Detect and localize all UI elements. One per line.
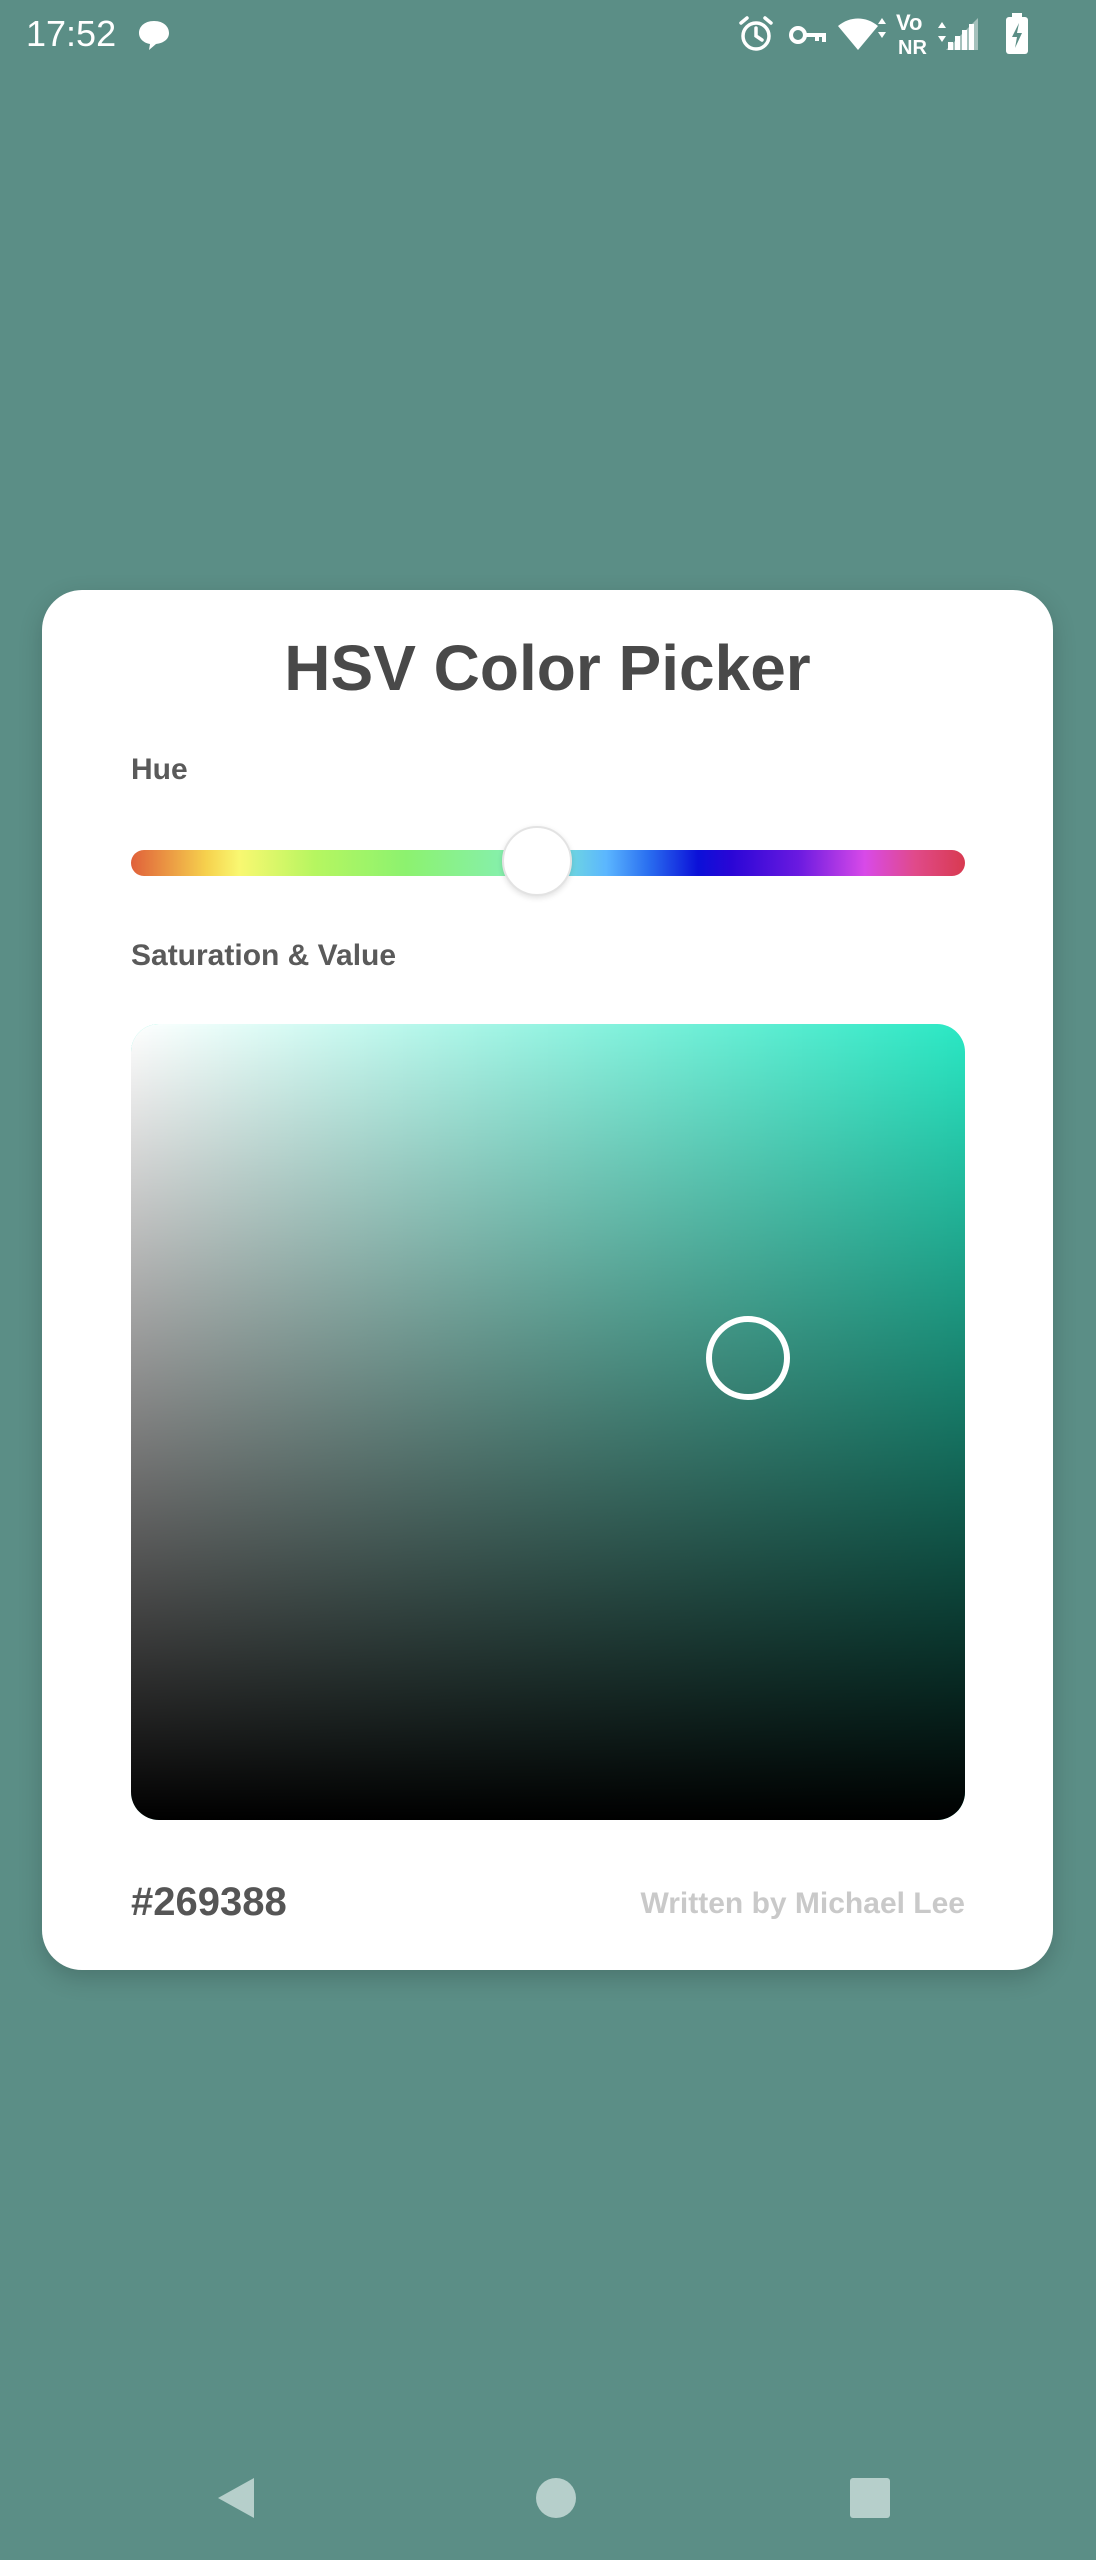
recents-icon xyxy=(849,2477,891,2524)
svg-text:Vo: Vo xyxy=(896,10,922,35)
status-bar: 17:52 Vo NR xyxy=(0,0,1096,70)
hue-label: Hue xyxy=(131,753,188,786)
app-screen: 17:52 Vo NR HSV Color Picker Hue Saturat… xyxy=(0,0,1096,2560)
status-time: 17:52 xyxy=(26,13,117,54)
signal-icon xyxy=(944,16,984,56)
chat-bubble-icon xyxy=(136,18,172,58)
svg-text:NR: NR xyxy=(898,37,927,58)
wifi-icon xyxy=(836,14,888,54)
navigation-bar xyxy=(0,2440,1096,2560)
hue-slider-thumb[interactable] xyxy=(502,826,573,896)
saturation-value-thumb[interactable] xyxy=(706,1316,791,1401)
home-icon xyxy=(534,2476,578,2525)
vpn-key-icon xyxy=(788,18,828,58)
back-button[interactable] xyxy=(166,2440,306,2560)
saturation-value-label: Saturation & Value xyxy=(131,939,397,972)
recents-button[interactable] xyxy=(800,2440,940,2560)
value-gradient xyxy=(131,1024,965,1820)
battery-charging-icon xyxy=(1004,12,1030,54)
home-button[interactable] xyxy=(486,2440,626,2560)
alarm-icon xyxy=(736,14,776,54)
volte-nr-icon: Vo NR xyxy=(894,8,946,58)
saturation-value-area[interactable] xyxy=(131,1024,965,1820)
author-credit: Written by Michael Lee xyxy=(640,1887,965,1920)
page-title: HSV Color Picker xyxy=(284,632,811,704)
hex-color-value: #269388 xyxy=(131,1880,287,1924)
back-icon xyxy=(214,2474,258,2527)
color-picker-card: HSV Color Picker Hue Saturation & Value … xyxy=(42,590,1053,1970)
